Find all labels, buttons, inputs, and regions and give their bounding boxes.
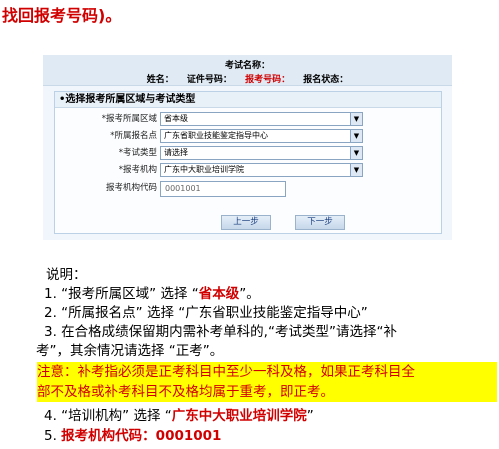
page-heading: 找回报考号码)。 — [2, 6, 122, 25]
chevron-down-icon[interactable]: ▼ — [350, 130, 362, 142]
instructions-title: 说明： — [46, 267, 87, 283]
chevron-down-icon[interactable]: ▼ — [350, 113, 362, 125]
instruction-item-4: 4. “培训机构” 选择 “广东中大职业培训学院” — [44, 404, 314, 424]
instruction-1-suffix: ”。 — [239, 286, 260, 302]
institution-code-row: 报考机构代码 0001001 — [55, 181, 441, 197]
warning-line-1: 注意：补考指必须是正考科目中至少一科及格，如果正考科目全 — [37, 364, 415, 380]
region-select[interactable]: 省本级 ▼ — [160, 112, 363, 126]
exam-type-value: 请选择 — [164, 148, 188, 157]
registration-status-label: 报名状态： — [303, 75, 349, 85]
instruction-5-value: 报考机构代码：0001001 — [61, 428, 222, 444]
registration-point-label: *所属报名点 — [110, 131, 157, 141]
exam-type-select[interactable]: 请选择 ▼ — [160, 146, 363, 160]
instruction-item-3-line-1: 3. 在合格成绩保留期内需补考单科的,“考试类型”请选择“补 — [44, 324, 397, 340]
region-value: 省本级 — [164, 114, 188, 123]
chevron-down-icon[interactable]: ▼ — [350, 164, 362, 176]
exam-number-label: 报考号码： — [245, 75, 291, 85]
candidate-info-bar: 姓名： 证件号码： 报考号码： 报名状态： — [43, 72, 452, 85]
instruction-item-1: 1. “报考所属区域” 选择 “省本级”。 — [44, 285, 260, 304]
registration-point-select[interactable]: 广东省职业技能鉴定指导中心 ▼ — [160, 129, 363, 143]
institution-code-input[interactable]: 0001001 — [160, 181, 286, 197]
exam-selection-form: •选择报考所属区域与考试类型 *报考所属区域 省本级 ▼ *所属报名点 广东省职… — [54, 91, 442, 234]
previous-step-button[interactable]: 上一步 — [221, 215, 271, 230]
id-number-label: 证件号码： — [186, 75, 232, 85]
instruction-item-3-line-2: 考”，其余情况请选择 “正考”。 — [36, 343, 224, 359]
instruction-4-value: 广东中大职业培训学院 — [171, 408, 307, 424]
instruction-5-text: 5. — [44, 428, 62, 444]
exam-type-row: *考试类型 请选择 ▼ — [55, 146, 441, 160]
registration-point-row: *所属报名点 广东省职业技能鉴定指导中心 ▼ — [55, 129, 441, 143]
exam-name-label: 考试名称： — [224, 61, 270, 71]
institution-value: 广东中大职业培训学院 — [164, 165, 244, 174]
name-label: 姓名： — [146, 75, 174, 85]
instruction-4-suffix: ” — [306, 408, 314, 424]
exam-type-label: *考试类型 — [118, 148, 157, 158]
region-row: *报考所属区域 省本级 ▼ — [55, 112, 441, 126]
region-label: *报考所属区域 — [101, 114, 157, 124]
next-step-button[interactable]: 下一步 — [295, 215, 345, 230]
registration-point-value: 广东省职业技能鉴定指导中心 — [164, 131, 268, 140]
instruction-4-text: 4. “培训机构” 选择 “ — [44, 408, 172, 424]
instruction-item-5: 5. 报考机构代码：0001001 — [44, 424, 221, 444]
instruction-1-text: 1. “报考所属区域” 选择 “ — [44, 286, 199, 302]
instruction-item-2: 2. “所属报名点” 选择 “广东省职业技能鉴定指导中心” — [44, 305, 368, 321]
form-title: •选择报考所属区域与考试类型 — [55, 92, 441, 108]
instruction-1-value: 省本级 — [198, 286, 240, 302]
warning-line-2: 部不及格或补考科目不及格均属于重考，即正考。 — [37, 384, 334, 400]
institution-label: *报考机构 — [118, 165, 157, 175]
chevron-down-icon[interactable]: ▼ — [350, 147, 362, 159]
portal-header: 考试名称： 姓名： 证件号码： 报考号码： 报名状态： — [43, 55, 452, 86]
institution-code-label: 报考机构代码 — [105, 183, 157, 193]
institution-row: *报考机构 广东中大职业培训学院 ▼ — [55, 163, 441, 177]
institution-select[interactable]: 广东中大职业培训学院 ▼ — [160, 163, 363, 177]
